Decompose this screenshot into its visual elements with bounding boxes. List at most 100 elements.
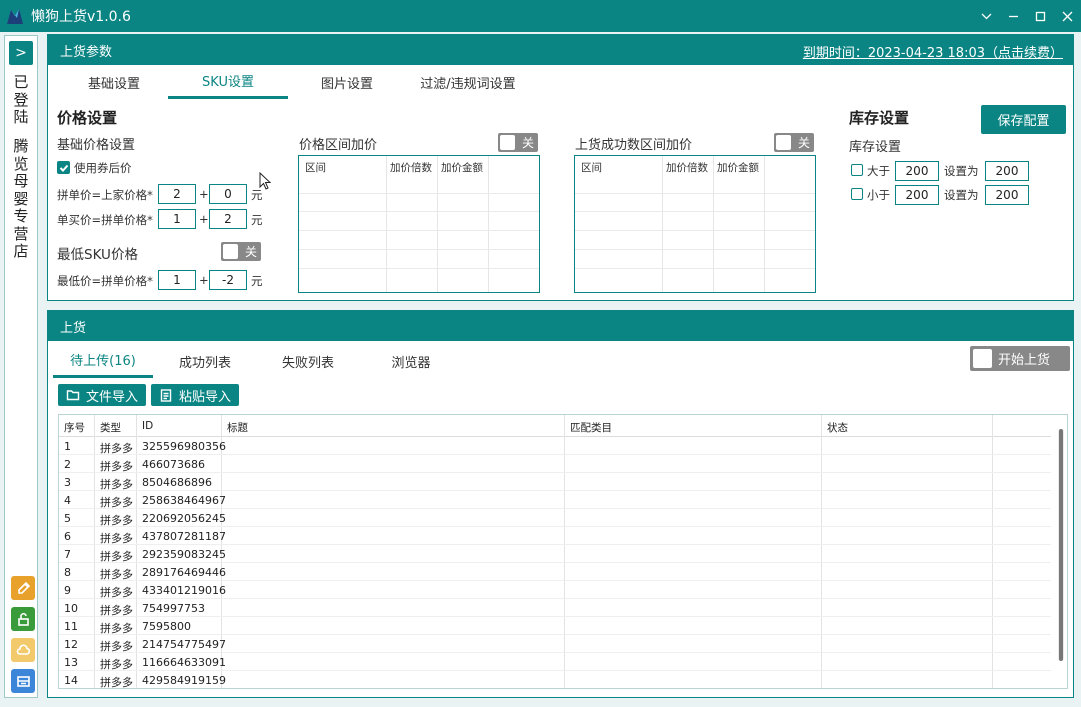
tab-browser[interactable]: 浏览器 bbox=[359, 344, 463, 378]
range-markup-title: 价格区间加价 bbox=[299, 138, 378, 153]
range-markup-toggle-label: 关 bbox=[521, 136, 534, 150]
paste-import-button[interactable]: 粘贴导入 bbox=[151, 384, 239, 406]
tab-basic-settings[interactable]: 基础设置 bbox=[60, 65, 168, 99]
close-icon bbox=[1062, 11, 1072, 21]
table-row[interactable]: 3 拼多多 8504686896 bbox=[59, 473, 1051, 491]
table-row[interactable]: 8 拼多多 289176469446 bbox=[59, 563, 1051, 581]
table-row[interactable]: 1 拼多多 325596980356 bbox=[59, 437, 1051, 455]
cell-id: 7595800 bbox=[142, 620, 191, 633]
cell-id: 325596980356 bbox=[142, 440, 226, 453]
app-logo-icon bbox=[7, 9, 23, 24]
unlock-button[interactable] bbox=[11, 607, 35, 631]
table-row[interactable]: 5 拼多多 220692056245 bbox=[59, 509, 1051, 527]
table-row[interactable]: 2 拼多多 466073686 bbox=[59, 455, 1051, 473]
check-icon bbox=[59, 164, 68, 172]
table-row[interactable]: 6 拼多多 437807281187 bbox=[59, 527, 1051, 545]
table-row[interactable]: 14 拼多多 429584919159 bbox=[59, 671, 1051, 689]
table-row[interactable]: 12 拼多多 214754775497 bbox=[59, 635, 1051, 653]
vertical-scrollbar-thumb[interactable] bbox=[1059, 429, 1063, 661]
unit-label: 元 bbox=[251, 274, 263, 288]
stock-lt-label: 小于 bbox=[867, 188, 890, 202]
group-price-label: 拼单价=上家价格* bbox=[57, 188, 153, 202]
cell-no: 9 bbox=[64, 584, 71, 597]
window-controls bbox=[973, 0, 1081, 32]
column-header: 序号 bbox=[64, 422, 85, 434]
use-coupon-label: 使用券后价 bbox=[74, 161, 132, 175]
tab-image-settings[interactable]: 图片设置 bbox=[288, 65, 406, 99]
success-markup-grid[interactable]: 区间 加价倍数 加价金额 bbox=[574, 155, 816, 293]
cell-id: 8504686896 bbox=[142, 476, 212, 489]
table-row[interactable]: 11 拼多多 7595800 bbox=[59, 617, 1051, 635]
tab-filter-settings[interactable]: 过滤/违规词设置 bbox=[406, 65, 530, 99]
single-multiplier-input[interactable]: 1 bbox=[158, 209, 196, 229]
success-markup-toggle[interactable]: 关 bbox=[774, 133, 814, 152]
cell-type: 拼多多 bbox=[100, 442, 133, 455]
cell-no: 4 bbox=[64, 494, 71, 507]
tab-sku-settings[interactable]: SKU设置 bbox=[168, 65, 288, 99]
use-coupon-checkbox[interactable] bbox=[57, 161, 70, 174]
basic-price-title: 基础价格设置 bbox=[57, 138, 136, 153]
upload-header-title: 上货 bbox=[60, 320, 87, 336]
stock-gt-label: 大于 bbox=[867, 164, 890, 178]
group-add-input[interactable]: 0 bbox=[209, 184, 247, 204]
stock-gt-input[interactable]: 200 bbox=[895, 161, 939, 181]
cell-id: 214754775497 bbox=[142, 638, 226, 651]
range-markup-grid[interactable]: 区间 加价倍数 加价金额 bbox=[298, 155, 540, 293]
table-row[interactable]: 9 拼多多 433401219016 bbox=[59, 581, 1051, 599]
cell-no: 5 bbox=[64, 512, 71, 525]
cell-type: 拼多多 bbox=[100, 460, 133, 473]
cloud-button[interactable] bbox=[11, 638, 35, 662]
cell-no: 11 bbox=[64, 620, 78, 633]
table-row[interactable]: 7 拼多多 292359083245 bbox=[59, 545, 1051, 563]
min-multiplier-input[interactable]: 1 bbox=[158, 270, 196, 290]
column-header: 匹配类目 bbox=[570, 422, 612, 434]
cell-type: 拼多多 bbox=[100, 532, 133, 545]
single-add-input[interactable]: 2 bbox=[209, 209, 247, 229]
file-import-button[interactable]: 文件导入 bbox=[58, 384, 146, 406]
table-row[interactable]: 10 拼多多 754997753 bbox=[59, 599, 1051, 617]
cell-no: 10 bbox=[64, 602, 78, 615]
column-header: 标题 bbox=[227, 422, 248, 434]
pending-table[interactable]: 序号 类型 ID 标题 匹配类目 状态 1 拼多多 325596980356 2 拼多多… bbox=[58, 414, 1068, 689]
stock-gt-set-input[interactable]: 200 bbox=[985, 161, 1029, 181]
group-multiplier-input[interactable]: 2 bbox=[158, 184, 196, 204]
login-status: 已登陆 bbox=[13, 73, 29, 126]
stock-lt-set-input[interactable]: 200 bbox=[985, 185, 1029, 205]
tray-button[interactable] bbox=[11, 669, 35, 693]
clipboard-icon bbox=[160, 389, 172, 402]
table-row[interactable]: 4 拼多多 258638464967 bbox=[59, 491, 1051, 509]
edit-button[interactable] bbox=[11, 576, 35, 600]
window-title: 懒狗上货v1.0.6 bbox=[31, 9, 131, 25]
cell-no: 3 bbox=[64, 476, 71, 489]
min-sku-title: 最低SKU价格 bbox=[57, 247, 138, 263]
maximize-button[interactable] bbox=[1027, 0, 1053, 32]
mouse-cursor-icon bbox=[259, 172, 271, 190]
stock-settings-title: 库存设置 bbox=[849, 109, 910, 127]
tab-failed-list[interactable]: 失败列表 bbox=[257, 344, 359, 378]
min-sku-toggle-label: 关 bbox=[244, 245, 257, 259]
success-markup-toggle-label: 关 bbox=[797, 136, 810, 150]
stock-gt-set-label: 设置为 bbox=[944, 164, 979, 178]
stock-lt-checkbox[interactable] bbox=[851, 188, 863, 200]
start-upload-toggle[interactable]: 开始上货 bbox=[970, 346, 1070, 371]
stock-lt-input[interactable]: 200 bbox=[895, 185, 939, 205]
tab-success-list[interactable]: 成功列表 bbox=[153, 344, 257, 378]
stock-gt-checkbox[interactable] bbox=[851, 164, 863, 176]
range-markup-toggle[interactable]: 关 bbox=[498, 133, 538, 152]
title-bar: 懒狗上货v1.0.6 bbox=[0, 0, 1081, 32]
table-header: 序号 类型 ID 标题 匹配类目 状态 bbox=[59, 415, 1051, 437]
cell-id: 116664633091 bbox=[142, 656, 226, 669]
tab-pending[interactable]: 待上传(16) bbox=[53, 344, 153, 378]
close-button[interactable] bbox=[1054, 0, 1080, 32]
collapse-button[interactable] bbox=[973, 0, 999, 32]
table-row[interactable]: 13 拼多多 116664633091 bbox=[59, 653, 1051, 671]
expiry-link[interactable]: 到期时间：2023-04-23 18:03（点击续费） bbox=[803, 42, 1063, 61]
min-sku-toggle[interactable]: 关 bbox=[221, 242, 261, 261]
minimize-button[interactable] bbox=[1000, 0, 1026, 32]
params-header-title: 上货参数 bbox=[60, 44, 113, 60]
save-config-button[interactable]: 保存配置 bbox=[981, 105, 1066, 134]
cell-no: 8 bbox=[64, 566, 71, 579]
min-add-input[interactable]: -2 bbox=[209, 270, 247, 290]
expand-sidebar-button[interactable]: > bbox=[9, 41, 33, 65]
cell-type: 拼多多 bbox=[100, 676, 133, 689]
